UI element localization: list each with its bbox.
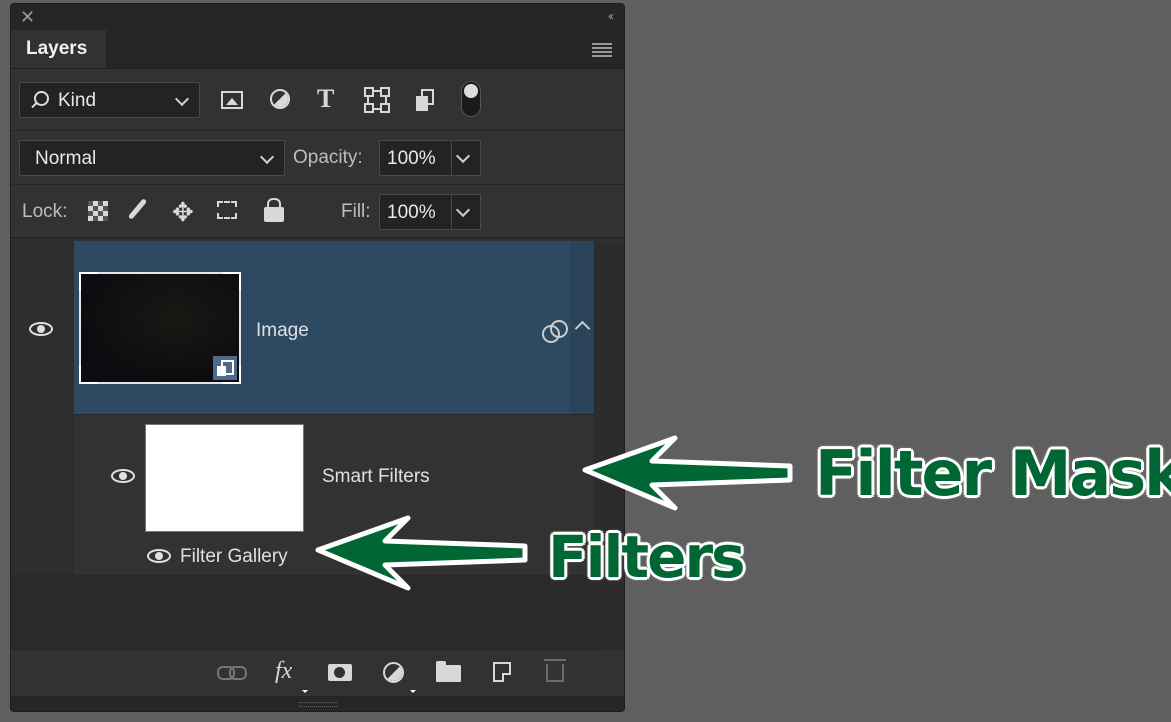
new-layer-icon[interactable] xyxy=(493,662,511,682)
chevron-down-icon xyxy=(174,91,190,107)
search-icon xyxy=(34,91,49,106)
lock-all-icon[interactable] xyxy=(264,198,284,222)
callout-filter-mask: Filter Mask xyxy=(815,437,1171,510)
smart-object-filter-icon[interactable] xyxy=(416,89,434,111)
visibility-eye-icon[interactable] xyxy=(147,549,171,563)
link-layers-icon[interactable] xyxy=(217,666,247,680)
layers-list: Image Smart Filters Filter Gallery xyxy=(11,241,624,649)
close-icon[interactable]: ✕ xyxy=(20,7,35,28)
blend-row: Normal Opacity: 100% xyxy=(11,131,624,185)
blend-mode-dropdown[interactable]: Normal xyxy=(19,140,285,176)
adjustment-layer-icon[interactable] xyxy=(383,662,404,683)
adjustment-layer-filter-icon[interactable] xyxy=(270,89,290,109)
filter-name[interactable]: Filter Gallery xyxy=(180,546,288,568)
resize-gripper[interactable] xyxy=(11,696,624,711)
add-mask-icon[interactable] xyxy=(328,664,352,681)
smart-filters-label[interactable]: Smart Filters xyxy=(322,466,430,488)
collapse-panel-icon[interactable]: ‹‹ xyxy=(608,9,614,23)
lock-artboard-icon[interactable] xyxy=(217,201,237,219)
pixel-layer-filter-icon[interactable] xyxy=(221,91,243,109)
panel-titlebar: ✕ ‹‹ xyxy=(11,4,624,30)
layer-thumbnail[interactable] xyxy=(79,272,241,384)
layer-name[interactable]: Image xyxy=(256,320,309,342)
lock-image-pixels-brush-icon[interactable] xyxy=(127,198,148,220)
layers-panel: ✕ ‹‹ Layers Kind T Normal Opacity: 100% xyxy=(10,3,625,712)
panel-bottom-bar: fx xyxy=(11,649,624,696)
opacity-value: 100% xyxy=(387,148,436,169)
lock-row: Lock: ✥ Fill: 100% xyxy=(11,185,624,239)
panel-menu-icon[interactable] xyxy=(592,43,612,59)
chevron-down-icon xyxy=(259,149,275,165)
lock-label: Lock: xyxy=(22,201,68,222)
visibility-eye-icon[interactable] xyxy=(29,322,53,336)
blend-mode-value: Normal xyxy=(35,148,97,169)
filter-toggle-switch[interactable] xyxy=(461,81,481,117)
shape-layer-filter-icon[interactable] xyxy=(364,87,390,113)
new-group-icon[interactable] xyxy=(436,661,461,682)
opacity-label: Opacity: xyxy=(293,147,363,168)
smart-filter-indicator-icon[interactable] xyxy=(542,320,568,343)
filter-mask-thumbnail[interactable] xyxy=(145,424,304,532)
callout-filters: Filters xyxy=(548,523,746,591)
tab-bar: Layers xyxy=(11,30,624,69)
lock-transparent-pixels-icon[interactable] xyxy=(88,201,108,221)
chevron-down-icon[interactable] xyxy=(455,148,471,164)
fill-label: Fill: xyxy=(341,201,371,222)
filter-kind-dropdown[interactable]: Kind xyxy=(19,82,200,118)
chevron-down-icon[interactable] xyxy=(455,202,471,218)
layer-style-icon[interactable]: fx xyxy=(275,658,292,685)
visibility-column xyxy=(11,241,75,574)
delete-layer-icon[interactable] xyxy=(544,659,566,682)
smart-object-badge-icon xyxy=(213,356,237,380)
type-layer-filter-icon[interactable]: T xyxy=(317,84,334,114)
filter-row: Kind T xyxy=(11,69,624,131)
fill-value: 100% xyxy=(387,202,436,223)
lock-position-move-icon[interactable]: ✥ xyxy=(172,197,194,228)
tab-layers[interactable]: Layers xyxy=(11,30,106,68)
opacity-input[interactable]: 100% xyxy=(379,140,481,176)
filter-kind-label: Kind xyxy=(58,90,97,111)
fill-input[interactable]: 100% xyxy=(379,194,481,230)
visibility-eye-icon[interactable] xyxy=(111,469,135,483)
